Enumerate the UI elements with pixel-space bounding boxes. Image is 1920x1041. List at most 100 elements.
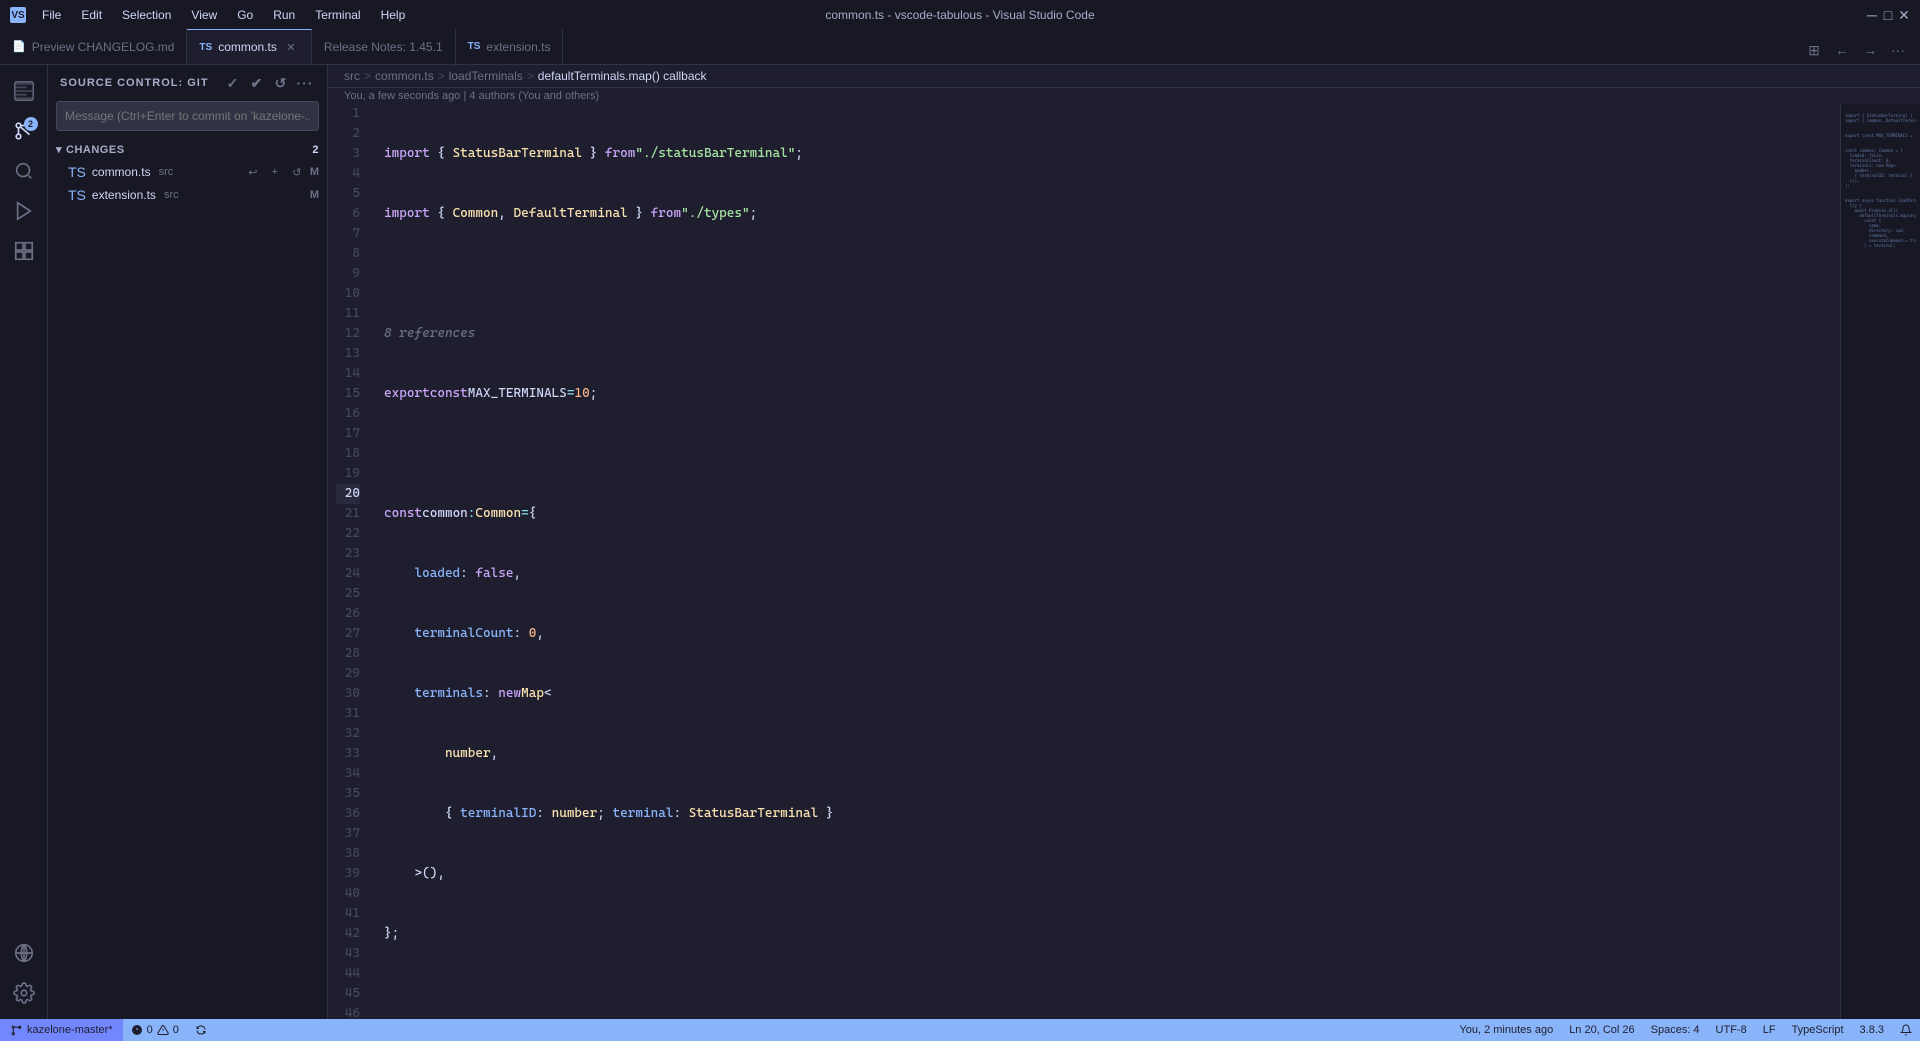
sidebar-action-more[interactable]: ··· <box>295 73 315 93</box>
breadcrumb: src > common.ts > loadTerminals > defaul… <box>328 65 1920 88</box>
status-bar-right: You, 2 minutes ago Ln 20, Col 26 Spaces:… <box>1451 1024 1920 1036</box>
activity-settings[interactable] <box>6 975 42 1011</box>
tab-label-preview: Preview CHANGELOG.md <box>32 40 175 54</box>
cursor-position[interactable]: Ln 20, Col 26 <box>1561 1024 1642 1036</box>
activity-remote[interactable] <box>6 935 42 971</box>
menu-help[interactable]: Help <box>373 6 414 24</box>
menu-go[interactable]: Go <box>229 6 261 24</box>
tab-close-common[interactable]: ✕ <box>283 39 299 55</box>
ts-version[interactable]: 3.8.3 <box>1852 1024 1892 1036</box>
author-info[interactable]: You, 2 minutes ago <box>1451 1024 1561 1036</box>
code-line-1: import { StatusBarTerminal } from "./sta… <box>384 144 1832 164</box>
breadcrumb-load-terminals[interactable]: loadTerminals <box>449 69 523 83</box>
split-editor-button[interactable]: ⊞ <box>1800 36 1828 64</box>
close-button[interactable]: ✕ <box>1898 9 1910 21</box>
encoding-text: UTF-8 <box>1716 1024 1747 1036</box>
code-line-11: number, <box>384 744 1832 764</box>
changes-header[interactable]: ▾ CHANGES 2 <box>48 139 327 160</box>
git-sync-button[interactable] <box>187 1019 215 1041</box>
navigation-forward-button[interactable]: → <box>1856 36 1884 64</box>
menu-terminal[interactable]: Terminal <box>307 6 368 24</box>
line-ending[interactable]: LF <box>1755 1024 1784 1036</box>
open-file-button-common[interactable]: ↩ <box>244 163 262 181</box>
breadcrumb-common-ts[interactable]: common.ts <box>375 69 434 83</box>
tab-icon-preview: 📄 <box>12 40 26 53</box>
menu-bar: File Edit Selection View Go Run Terminal… <box>34 6 413 24</box>
status-bar: kazelone-master* 0 0 You, 2 minutes ago … <box>0 1019 1920 1041</box>
file-item-extension-ts[interactable]: TS extension.ts src M <box>48 184 327 206</box>
tab-label-release: Release Notes: 1.45.1 <box>324 40 443 54</box>
code-line-15 <box>384 984 1832 1004</box>
code-line-8: loaded: false, <box>384 564 1832 584</box>
menu-file[interactable]: File <box>34 6 69 24</box>
git-branch-button[interactable]: kazelone-master* <box>0 1019 123 1041</box>
title-bar: VS File Edit Selection View Go Run Termi… <box>0 0 1920 30</box>
more-actions-button[interactable]: ··· <box>1884 36 1912 64</box>
indentation[interactable]: Spaces: 4 <box>1643 1024 1708 1036</box>
git-author-info: You, a few seconds ago | 4 authors (You … <box>328 88 1920 104</box>
code-line-3 <box>384 264 1832 284</box>
activity-debug[interactable] <box>6 193 42 229</box>
git-info-text: You, a few seconds ago | 4 authors (You … <box>344 90 599 102</box>
code-content[interactable]: import { StatusBarTerminal } from "./sta… <box>376 104 1840 1019</box>
breadcrumb-sep-2: > <box>438 69 445 83</box>
editor-area: src > common.ts > loadTerminals > defaul… <box>328 65 1920 1019</box>
sidebar-title: SOURCE CONTROL: GIT <box>60 77 209 89</box>
file-path-common-ts: src <box>159 166 174 178</box>
tab-label-common: common.ts <box>218 40 277 54</box>
commit-message-input[interactable] <box>56 101 319 131</box>
notifications[interactable] <box>1892 1024 1920 1036</box>
main-layout: 2 SOURCE CONTROL: GIT ✓ ✔ ↺ ··· <box>0 65 1920 1019</box>
discard-file-button-common[interactable]: ↺ <box>288 163 306 181</box>
file-item-common-ts[interactable]: TS common.ts src ↩ + ↺ M <box>48 160 327 184</box>
tab-icon-extension: TS <box>468 41 481 52</box>
branch-name: kazelone-master* <box>27 1024 113 1036</box>
tab-release-notes[interactable]: Release Notes: 1.45.1 <box>312 29 456 64</box>
line-numbers: 1 2 3 4 5 6 7 8 9 10 11 12 13 14 15 16 1… <box>328 104 376 1019</box>
sidebar-action-refresh[interactable]: ↺ <box>271 73 291 93</box>
status-bar-left: kazelone-master* 0 0 <box>0 1019 215 1041</box>
errors-warnings[interactable]: 0 0 <box>123 1019 187 1041</box>
code-line-10: terminals: new Map< <box>384 684 1832 704</box>
breadcrumb-sep-3: > <box>527 69 534 83</box>
tab-toolbar-right: ⊞ ← → ··· <box>1800 36 1920 64</box>
menu-view[interactable]: View <box>183 6 225 24</box>
tab-extension-ts[interactable]: TS extension.ts <box>456 29 564 64</box>
navigation-back-button[interactable]: ← <box>1828 36 1856 64</box>
maximize-button[interactable]: □ <box>1882 9 1894 21</box>
menu-run[interactable]: Run <box>265 6 303 24</box>
sidebar-action-commit[interactable]: ✔ <box>247 73 267 93</box>
tab-common-ts[interactable]: TS common.ts ✕ <box>187 29 311 64</box>
sidebar: SOURCE CONTROL: GIT ✓ ✔ ↺ ··· ▾ CHANGES … <box>48 65 328 1019</box>
code-line-ref1: 8 references <box>384 324 1832 344</box>
warning-count: 0 <box>173 1024 179 1036</box>
tab-preview-changelog[interactable]: 📄 Preview CHANGELOG.md <box>0 29 187 64</box>
tab-label-extension: extension.ts <box>486 40 550 54</box>
menu-edit[interactable]: Edit <box>73 6 110 24</box>
menu-selection[interactable]: Selection <box>114 6 179 24</box>
activity-explorer[interactable] <box>6 73 42 109</box>
breadcrumb-src[interactable]: src <box>344 69 360 83</box>
activity-source-control[interactable]: 2 <box>6 113 42 149</box>
activity-extensions[interactable] <box>6 233 42 269</box>
code-editor[interactable]: 1 2 3 4 5 6 7 8 9 10 11 12 13 14 15 16 1… <box>328 104 1920 1019</box>
minimap[interactable]: import { StatusBarTerminal } import { Co… <box>1840 104 1920 1019</box>
tab-icon-common: TS <box>199 42 212 53</box>
sidebar-header: SOURCE CONTROL: GIT ✓ ✔ ↺ ··· <box>48 65 327 101</box>
source-control-badge: 2 <box>24 117 38 131</box>
sidebar-action-checkmarks[interactable]: ✓ <box>223 73 243 93</box>
position-text: Ln 20, Col 26 <box>1569 1024 1634 1036</box>
minimize-button[interactable]: ─ <box>1866 9 1878 21</box>
code-line-7: const common: Common = { <box>384 504 1832 524</box>
encoding[interactable]: UTF-8 <box>1708 1024 1755 1036</box>
code-line-13: >(), <box>384 864 1832 884</box>
window-controls: ─ □ ✕ <box>1866 9 1910 21</box>
code-line-5: export const MAX_TERMINALS = 10; <box>384 384 1832 404</box>
activity-search[interactable] <box>6 153 42 189</box>
language-mode[interactable]: TypeScript <box>1784 1024 1852 1036</box>
code-line-9: terminalCount: 0, <box>384 624 1832 644</box>
stage-file-button-common[interactable]: + <box>266 163 284 181</box>
activity-bar: 2 <box>0 65 48 1019</box>
title-bar-left: VS File Edit Selection View Go Run Termi… <box>10 6 413 24</box>
file-status-extension-ts: M <box>310 189 319 201</box>
